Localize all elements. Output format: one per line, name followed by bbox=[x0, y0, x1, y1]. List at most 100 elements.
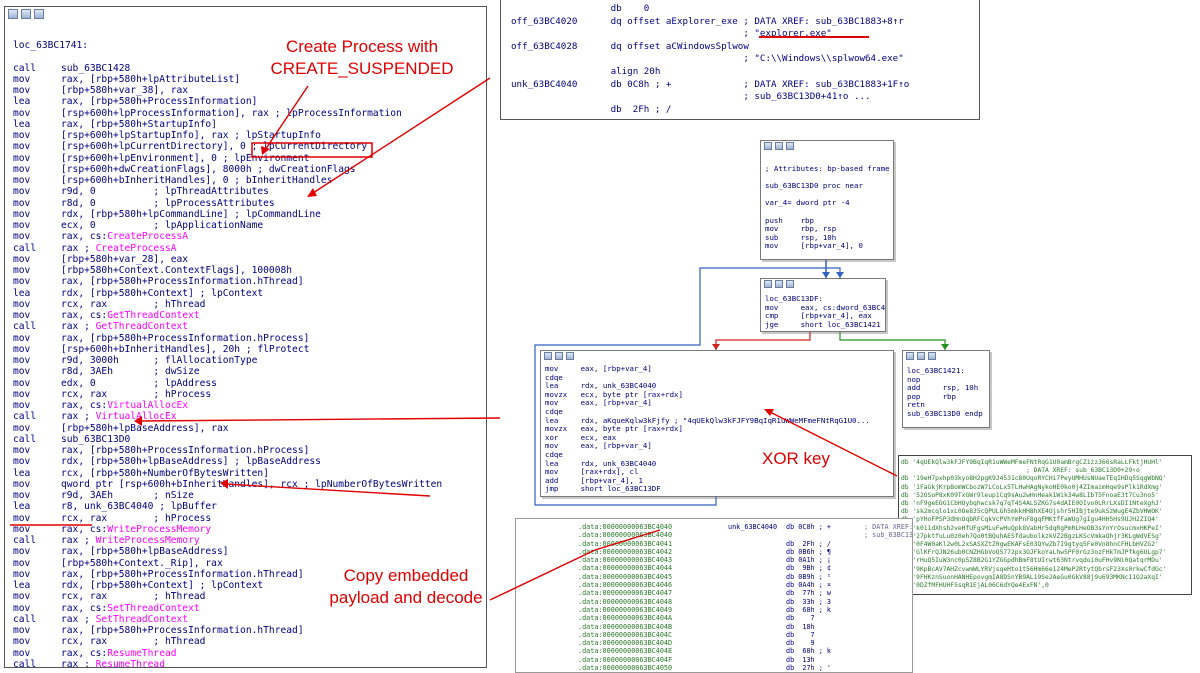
top-listing-row[interactable]: db 0 bbox=[511, 3, 909, 16]
listing-row[interactable]: lea rax, [rbp+580h+StartupInfo] bbox=[13, 119, 442, 130]
top-data-panel[interactable]: db 0 off_63BC4020 dq offset aExplorer_exe… bbox=[500, 0, 980, 120]
listing-row[interactable]: mov edx, 0 ; lpAddress bbox=[13, 378, 442, 389]
exit-block-row[interactable]: sub_63BC13D0 endp bbox=[907, 409, 989, 419]
top-listing-row[interactable]: unk_63BC4040 db 0C8h ; + ; DATA XREF: su… bbox=[511, 79, 909, 92]
listing-row[interactable]: mov [rbp+580h+lpBaseAddress], rax bbox=[13, 423, 442, 434]
data-section-row[interactable]: .data:00000000063BC4040 unk_63BC4040 db 0C… bbox=[578, 523, 912, 531]
listing-row[interactable]: mov rax, cs:CreateProcessA bbox=[13, 231, 442, 242]
listing-row[interactable]: mov [rsp+600h+lpProcessInformation], rax … bbox=[13, 108, 442, 119]
body-block-row[interactable]: jmp short loc_63BC13DF bbox=[545, 485, 893, 494]
listing-row[interactable]: mov r9d, 3AEh ; nSize bbox=[13, 490, 442, 501]
listing-row[interactable]: mov r9d, 0 ; lpThreadAttributes bbox=[13, 186, 442, 197]
text-view-icon[interactable] bbox=[34, 9, 44, 19]
listing-row[interactable]: mov r8d, 0 ; lpProcessAttributes bbox=[13, 198, 442, 209]
xor-key-row[interactable]: db '0F4W0aKl2w0L2xSASXZtZ0gwEKAFsE03QYwZ… bbox=[901, 541, 1191, 549]
data-section-row[interactable]: .data:00000000063BC404A db 7 bbox=[578, 614, 912, 622]
xor-key-row[interactable]: db 'rHuQ5IuW3nc0p5Z8B2G1YZGGpdhBmF8tUIrw… bbox=[901, 557, 1191, 565]
listing-row[interactable]: call sub_63BC13D0 bbox=[13, 434, 442, 445]
listing-row[interactable]: mov rax, [rbp+580h+ProcessInformation.hPr… bbox=[13, 445, 442, 456]
text-view-icon[interactable] bbox=[928, 352, 936, 360]
text-view-icon[interactable] bbox=[566, 352, 574, 360]
listing-row[interactable]: mov rax, cs:GetThreadContext bbox=[13, 310, 442, 321]
listing-row[interactable]: mov rcx, rax ; hProcess bbox=[13, 389, 442, 400]
xor-key-row[interactable]: ; DATA XREF: sub_63BC13D0+29↑o bbox=[901, 467, 1191, 475]
listing-row[interactable]: mov [rsp+600h+bInheritHandles], 20h ; flP… bbox=[13, 344, 442, 355]
listing-row[interactable]: mov rdx, [rbp+580h+lpCommandLine] ; lpCom… bbox=[13, 209, 442, 220]
top-listing-row[interactable]: align 20h bbox=[511, 66, 909, 79]
listing-row[interactable]: mov [rsp+600h+dwCreationFlags], 8000h ; d… bbox=[13, 164, 442, 175]
text-view-icon[interactable] bbox=[786, 142, 794, 150]
xor-key-row[interactable]: db '9KpBcAV7AHZcvwmWLYRVjsqeHto1t56Hm66e… bbox=[901, 566, 1191, 574]
data-section-row[interactable]: .data:00000000063BC4041 db 2Fh ; / bbox=[578, 540, 912, 548]
graph-block-loop[interactable]: loc_63BC13DF: mov eax, cs:dword_63BC47B0 c… bbox=[760, 278, 886, 332]
top-listing-row[interactable]: ; "C:\\Windows\\splwow64.exe" bbox=[511, 53, 909, 66]
data-section-panel[interactable]: .data:00000000063BC4040 unk_63BC4040 db 0C… bbox=[515, 518, 913, 673]
listing-row[interactable]: mov [rsp+600h+lpStartupInfo], rax ; lpSta… bbox=[13, 130, 442, 141]
listing-row[interactable]: mov qword ptr [rsp+600h+bInheritHandles],… bbox=[13, 479, 442, 490]
listing-row[interactable]: call rax ; GetThreadContext bbox=[13, 321, 442, 332]
body-block-row[interactable]: mov eax, [rbp+var_4] bbox=[545, 399, 893, 408]
graph-block-exit[interactable]: loc_63BC1421: nop add rsp, 10h pop rbp retn s… bbox=[902, 350, 990, 428]
data-section-row[interactable]: .data:00000000063BC404D db 9 bbox=[578, 639, 912, 647]
listing-row[interactable]: mov rax, [rbp+580h+lpBaseAddress] bbox=[13, 546, 442, 557]
top-listing-row[interactable]: off_63BC4020 dq offset aExplorer_exe ; D… bbox=[511, 16, 909, 29]
data-section-row[interactable]: .data:00000000063BC4046 db 0A4h ; ¤ bbox=[578, 581, 912, 589]
listing-row[interactable]: mov r9d, 3000h ; flAllocationType bbox=[13, 355, 442, 366]
picture-icon[interactable] bbox=[917, 352, 925, 360]
xor-key-row[interactable]: db '9FHKznSuonHANHEpovgmIA8DSnYB9AL19Se2… bbox=[901, 574, 1191, 582]
entry-block-row[interactable]: sub_63BC13D0 proc near bbox=[765, 182, 893, 191]
xor-key-row[interactable]: db '52OSoP8xK09TxGWr9leup1Cq9sAu2wHnHeak… bbox=[901, 492, 1191, 500]
body-block-row[interactable]: mov eax, [rbp+var_4] bbox=[545, 364, 893, 374]
listing-row[interactable]: mov [rsp+600h+bInheritHandles], 0 ; bInhe… bbox=[13, 175, 442, 186]
xor-key-row[interactable]: db '19eH7pxhp03kyo8H2pgK9J4531c80UqoRYCH… bbox=[901, 475, 1191, 483]
listing-row[interactable]: lea rdx, [rbp+580h+Context] ; lpContext bbox=[13, 288, 442, 299]
top-listing-row[interactable]: db 2Fh ; / bbox=[511, 104, 909, 117]
data-section-row[interactable]: .data:00000000063BC404F db 13h bbox=[578, 656, 912, 664]
xor-key-row[interactable]: db '4qUEkQlw3kFJFY9BqIqR1uWWeMFmeFNtRqG1… bbox=[901, 459, 1191, 467]
graph-view-icon[interactable] bbox=[544, 352, 552, 360]
picture-icon[interactable] bbox=[555, 352, 563, 360]
top-listing-row[interactable]: ; "explorer.exe" bbox=[511, 28, 909, 41]
xor-key-string-panel[interactable]: db '4qUEkQlw3kFJFY9BqIqR1uWWeMFmeFNtRqG1… bbox=[898, 455, 1192, 595]
entry-block-row[interactable]: ; Attributes: bp-based frame bbox=[765, 164, 893, 174]
xor-key-row[interactable]: db 'nF9geEOG1CbHOybqhwcsk7q7qT4S4ALSZKG7… bbox=[901, 500, 1191, 508]
xor-key-row[interactable]: db 'pYHoFPSP3dHnOqbRFCqkVcPVhYmPnF8gqFMK… bbox=[901, 516, 1191, 524]
listing-row[interactable]: mov [rsp+600h+lpEnvironment], 0 ; lpEnvir… bbox=[13, 153, 442, 164]
picture-icon[interactable] bbox=[21, 9, 31, 19]
listing-row[interactable]: mov rcx, rax ; hThread bbox=[13, 636, 442, 647]
xor-key-row[interactable]: db '1FaGkjKrpBomWCbozW7LCoLx5TLHwHAgNyko… bbox=[901, 484, 1191, 492]
listing-row[interactable]: mov rax, cs:WriteProcessMemory bbox=[13, 524, 442, 535]
listing-row[interactable]: lea rcx, [rbp+580h+NumberOfBytesWritten] bbox=[13, 468, 442, 479]
listing-row[interactable]: mov rcx, rax ; hThread bbox=[13, 299, 442, 310]
data-section-row[interactable]: .data:00000000063BC4043 db 0A1h ; ¡ bbox=[578, 556, 912, 564]
listing-row[interactable]: mov rdx, [rbp+580h+lpBaseAddress] ; lpBas… bbox=[13, 456, 442, 467]
listing-row[interactable]: mov [rbp+580h+var_38], rax bbox=[13, 85, 442, 96]
graph-block-body[interactable]: mov eax, [rbp+var_4] cdqe lea rdx, unk_63B… bbox=[540, 350, 894, 497]
listing-row[interactable]: lea rax, [rbp+580h+ProcessInformation] bbox=[13, 96, 442, 107]
listing-row[interactable]: call rax ; ResumeThread bbox=[13, 659, 442, 667]
listing-row[interactable]: mov rax, [rbp+580h+ProcessInformation.hTh… bbox=[13, 625, 442, 636]
listing-row[interactable]: mov [rbp+580h+Context.ContextFlags], 1000… bbox=[13, 265, 442, 276]
data-section-row[interactable]: .data:00000000063BC4044 db 9Bh ; ¢ bbox=[578, 564, 912, 572]
top-listing-row[interactable]: ; sub_63BC13D0+41↑o ... bbox=[511, 91, 909, 104]
listing-row[interactable]: lea r8, unk_63BC4040 ; lpBuffer bbox=[13, 501, 442, 512]
graph-view-icon[interactable] bbox=[906, 352, 914, 360]
listing-row[interactable]: call rax ; CreateProcessA bbox=[13, 243, 442, 254]
text-view-icon[interactable] bbox=[786, 280, 794, 288]
data-section-row[interactable]: .data:00000000063BC4047 db 77h ; w bbox=[578, 589, 912, 597]
listing-row[interactable]: mov rcx, rax ; hProcess bbox=[13, 513, 442, 524]
top-listing-row[interactable]: off_63BC4028 dq offset aCWindowsSplwow bbox=[511, 41, 909, 54]
listing-row[interactable]: mov r8d, 3AEh ; dwSize bbox=[13, 366, 442, 377]
listing-row[interactable]: mov rax, [rbp+580h+ProcessInformation.hPr… bbox=[13, 333, 442, 344]
data-section-row[interactable]: .data:00000000063BC4048 db 33h ; 3 bbox=[578, 598, 912, 606]
listing-row[interactable]: mov ecx, 0 ; lpApplicationName bbox=[13, 220, 442, 231]
listing-row[interactable]: mov rax, [rbp+580h+ProcessInformation.hTh… bbox=[13, 276, 442, 287]
graph-view-icon[interactable] bbox=[8, 9, 18, 19]
data-section-row[interactable]: .data:00000000063BC4040 ; sub_63BC13 bbox=[578, 531, 912, 539]
data-section-row[interactable]: .data:00000000063BC4045 db 0B9h ; ¹ bbox=[578, 573, 912, 581]
picture-icon[interactable] bbox=[775, 280, 783, 288]
entry-block-row[interactable]: mov [rbp+var_4], 0 bbox=[765, 242, 893, 251]
listing-row[interactable]: mov rax, cs:VirtualAllocEx bbox=[13, 400, 442, 411]
loop-block-row[interactable]: jge short loc_63BC1421 bbox=[765, 320, 885, 330]
graph-view-icon[interactable] bbox=[764, 280, 772, 288]
